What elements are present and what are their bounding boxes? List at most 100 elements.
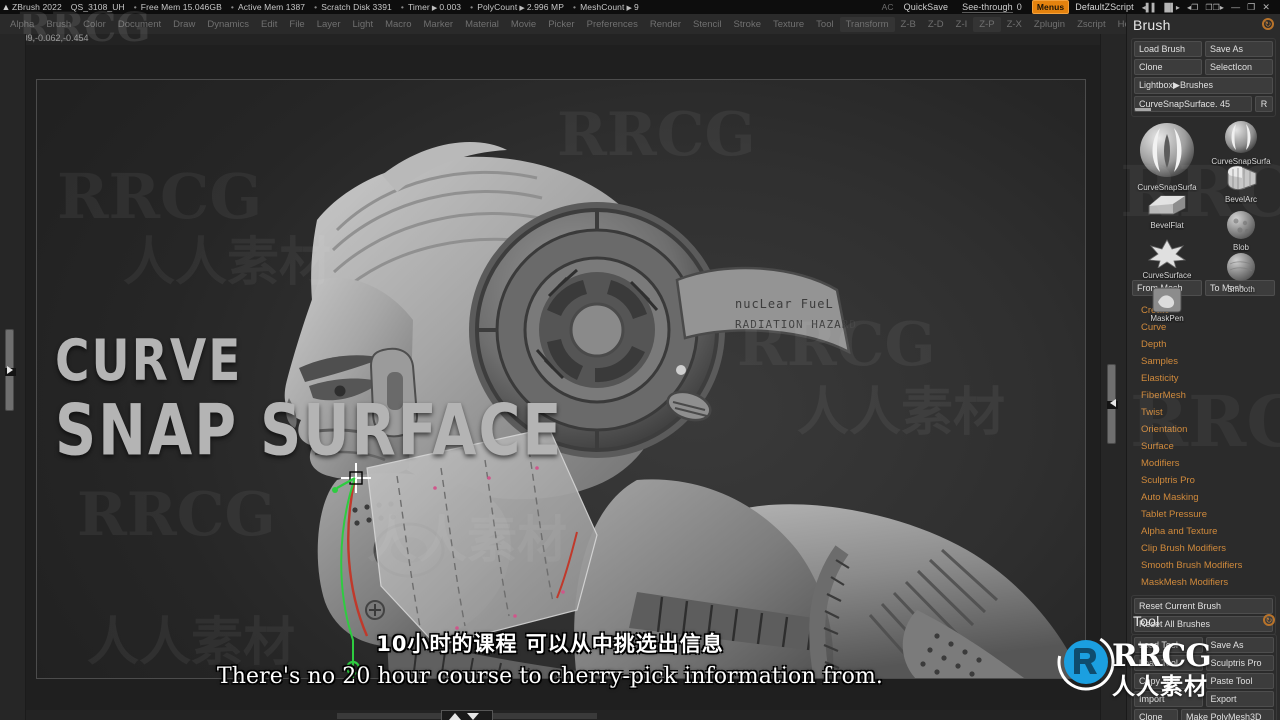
brush-option-samples[interactable]: Samples (1127, 353, 1280, 370)
brush-option-orientation[interactable]: Orientation (1127, 421, 1280, 438)
menu-item-zp[interactable]: Z-P (973, 16, 1001, 32)
menu-item-layer[interactable]: Layer (311, 17, 347, 32)
drag-grip-icon[interactable]: ✚ (1126, 20, 1127, 31)
close-icon[interactable]: ✕ (1262, 2, 1270, 13)
active-brush-slider[interactable]: CurveSnapSurface. 45 (1134, 96, 1252, 112)
menu-item-document[interactable]: Document (112, 17, 167, 32)
slider-thin-icon[interactable]: ◂▌▌ (1142, 3, 1158, 12)
brush-option-modifiers[interactable]: Modifiers (1127, 455, 1280, 472)
default-zscript-button[interactable]: DefaultZScript (1075, 2, 1133, 12)
menu-item-preferences[interactable]: Preferences (581, 17, 644, 32)
brush-slider-reset-button[interactable]: R (1255, 96, 1273, 112)
brush-option-elasticity[interactable]: Elasticity (1127, 370, 1280, 387)
tool-clone-button[interactable]: Clone (1134, 709, 1178, 720)
sculpt-canvas[interactable]: nucLear FueL RADIATION HAZARD CURVE SNAP… (36, 79, 1086, 679)
brush-option-depth[interactable]: Depth (1127, 336, 1280, 353)
clone-brush-button[interactable]: Clone (1134, 59, 1202, 75)
brush-thumb-bevelflat[interactable]: BevelFlat (1131, 190, 1203, 236)
menu-item-movie[interactable]: Movie (505, 17, 542, 32)
reset-circular-arrow-icon[interactable]: ↻ (1262, 18, 1274, 30)
brush-icon-bevelarc (1227, 165, 1257, 191)
brush-thumb-smooth[interactable]: Smooth (1205, 252, 1277, 294)
menu-item-draw[interactable]: Draw (167, 17, 201, 32)
tool-save-as-button[interactable]: Save As (1205, 637, 1274, 653)
menu-item-zplugin[interactable]: Zplugin (1028, 17, 1071, 32)
quicksave-button[interactable]: QuickSave (904, 2, 948, 12)
menu-item-color[interactable]: Color (77, 17, 112, 32)
brush-thumb-label: Smooth (1227, 285, 1255, 294)
menu-item-macro[interactable]: Macro (379, 17, 417, 32)
lightbox-label: Lightbox (1139, 80, 1174, 90)
menu-item-zx[interactable]: Z-X (1001, 17, 1028, 32)
menu-item-material[interactable]: Material (459, 17, 505, 32)
scroll-up-arrow-icon[interactable] (449, 713, 461, 720)
menus-toggle-button[interactable]: Menus (1031, 0, 1070, 14)
timer-status: • Timer ▶ 0.003 (400, 2, 462, 12)
brush-option-fibermesh[interactable]: FiberMesh (1127, 387, 1280, 404)
menu-item-stencil[interactable]: Stencil (687, 17, 728, 32)
save-as-button[interactable]: Save As (1205, 41, 1273, 57)
brush-option-alpha-and-texture[interactable]: Alpha and Texture (1127, 523, 1280, 540)
window-single-icon[interactable]: ◂❐ (1187, 3, 1198, 12)
brush-thumb-label: BevelArc (1224, 195, 1257, 204)
menu-item-file[interactable]: File (283, 17, 310, 32)
course-title-line2: SNAP SURFACE (55, 390, 564, 472)
menu-item-texture[interactable]: Texture (767, 17, 810, 32)
menu-item-zscript[interactable]: Zscript (1071, 17, 1112, 32)
brush-option-surface[interactable]: Surface (1127, 438, 1280, 455)
brush-option-tablet-pressure[interactable]: Tablet Pressure (1127, 506, 1280, 523)
menu-item-render[interactable]: Render (644, 17, 687, 32)
sculptris-pro-button[interactable]: Sculptris Pro (1205, 655, 1274, 671)
menu-item-transform[interactable]: Transform (839, 16, 895, 32)
menu-item-light[interactable]: Light (346, 17, 379, 32)
menu-item-brush[interactable]: Brush (40, 17, 77, 32)
brush-option-maskmesh-modifiers[interactable]: MaskMesh Modifiers (1127, 574, 1280, 591)
menu-item-zi[interactable]: Z-I (950, 17, 974, 32)
brush-icon-smooth (1227, 253, 1255, 281)
left-vertical-slider[interactable] (5, 329, 16, 411)
minimize-icon[interactable]: — (1231, 2, 1240, 12)
reset-circular-arrow-icon[interactable]: ↻ (1263, 614, 1275, 626)
menu-item-edit[interactable]: Edit (255, 17, 283, 32)
slider-thick-icon[interactable]: █▌▸ (1164, 3, 1180, 12)
canvas-horizontal-scrollbar[interactable] (337, 710, 597, 720)
menu-item-dynamics[interactable]: Dynamics (201, 17, 255, 32)
menu-item-picker[interactable]: Picker (542, 17, 580, 32)
auto-color-toggle[interactable]: AC (882, 2, 894, 12)
right-vertical-slider[interactable] (1107, 364, 1118, 444)
load-brush-button[interactable]: Load Brush (1134, 41, 1202, 57)
export-button[interactable]: Export (1205, 691, 1274, 707)
brush-thumb-curvesnapsurface-large[interactable]: CurveSnapSurfa (1131, 120, 1203, 192)
see-through-slider[interactable]: See-through 0 (962, 2, 1022, 16)
menu-item-alpha[interactable]: Alpha (4, 17, 40, 32)
menu-item-marker[interactable]: Marker (418, 17, 460, 32)
make-polymesh3d-button[interactable]: Make PolyMesh3D (1181, 709, 1274, 720)
lightbox-brushes-button[interactable]: Lightbox▶Brushes (1134, 77, 1273, 94)
menu-item-tool[interactable]: Tool (810, 17, 839, 32)
brush-icon-blob (1227, 211, 1255, 239)
brush-option-smooth-brush-modifiers[interactable]: Smooth Brush Modifiers (1127, 557, 1280, 574)
brush-thumb-curvesurface[interactable]: CurveSurface (1131, 238, 1203, 284)
menu-item-zd[interactable]: Z-D (922, 17, 950, 32)
lightbox-arrow-icon: ▶ (1173, 80, 1180, 90)
brush-thumb-curvesnapsurface[interactable]: CurveSnapSurfa (1205, 120, 1277, 166)
brush-option-twist[interactable]: Twist (1127, 404, 1280, 421)
select-icon-button[interactable]: SelectIcon (1205, 59, 1273, 75)
drag-grip-icon[interactable]: ✚ (1126, 616, 1127, 627)
brush-thumb-blob[interactable]: Blob (1205, 210, 1277, 252)
brush-thumb-maskpen[interactable]: MaskPen (1131, 286, 1203, 326)
window-double-icon[interactable]: ❐❐▸ (1205, 3, 1224, 12)
paste-tool-button[interactable]: Paste Tool (1205, 673, 1274, 689)
brush-buttons-group: Load Brush Save As Clone SelectIcon Ligh… (1131, 38, 1276, 117)
menu-item-stroke[interactable]: Stroke (728, 17, 767, 32)
app-name: ZBrush 2022 (12, 2, 62, 12)
brush-thumb-bevelarc[interactable]: BevelArc (1205, 164, 1277, 208)
brush-option-clip-brush-modifiers[interactable]: Clip Brush Modifiers (1127, 540, 1280, 557)
brush-option-sculptris-pro[interactable]: Sculptris Pro (1127, 472, 1280, 489)
brush-icon-curvesnapsurface (1225, 121, 1257, 153)
brush-option-auto-masking[interactable]: Auto Masking (1127, 489, 1280, 506)
restore-icon[interactable]: ❐ (1247, 2, 1255, 13)
mesh-decal-nuclear-fuel: nucLear FueL (735, 297, 834, 311)
scroll-down-arrow-icon[interactable] (467, 713, 479, 720)
menu-item-zb[interactable]: Z-B (895, 17, 922, 32)
